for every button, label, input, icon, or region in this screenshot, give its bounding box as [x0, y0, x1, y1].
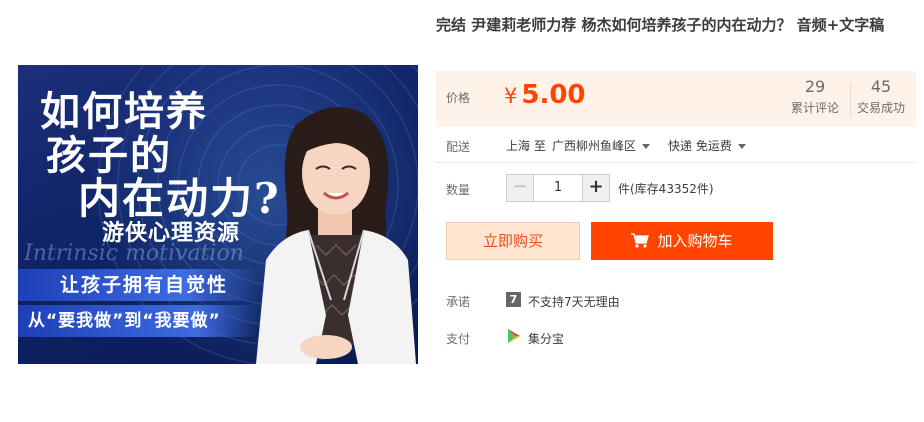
product-title: 完结 尹建莉老师力荐 杨杰如何培养孩子的内在动力？ 音频+文字稿 [436, 16, 885, 34]
jifenbao-icon [508, 329, 520, 343]
reviews-stat[interactable]: 29 累计评论 [784, 77, 846, 117]
shipping-from: 上海 至 [506, 139, 546, 153]
price-amount: 5.00 [521, 80, 586, 110]
quantity-input[interactable]: 1 [533, 175, 583, 201]
payment-row: 支付 集分宝 [436, 327, 916, 349]
promise-text[interactable]: 不支持7天无理由 [528, 293, 620, 310]
caret-down-icon [642, 144, 651, 149]
add-to-cart-button[interactable]: 加入购物车 [591, 222, 773, 260]
shipping-method-select[interactable]: 快递 免运费 [668, 137, 746, 154]
quantity-increase-button[interactable]: + [583, 175, 609, 201]
seven-day-badge-icon: 7 [506, 292, 521, 307]
price-panel: 价格 ¥5.00 29 累计评论 45 交易成功 [436, 71, 916, 127]
deals-count: 45 [870, 77, 892, 96]
image-band-1: 让孩子拥有自觉性 [18, 269, 258, 301]
caret-down-icon [737, 144, 746, 149]
promise-label: 承诺 [446, 295, 471, 309]
deals-stat: 45 交易成功 [850, 77, 912, 117]
quantity-label: 数量 [446, 183, 471, 197]
payment-label: 支付 [446, 332, 471, 346]
payment-method[interactable]: 集分宝 [528, 330, 564, 347]
price-value: ¥5.00 [504, 80, 586, 110]
currency-symbol: ¥ [504, 84, 518, 108]
shipping-label: 配送 [446, 140, 471, 154]
image-brand: 游侠心理资源 [102, 221, 241, 246]
buy-now-button[interactable]: 立即购买 [446, 222, 580, 260]
shipping-row: 配送 上海 至 广西柳州鱼峰区 快递 免运费 [436, 134, 916, 163]
reviews-count: 29 [804, 77, 826, 96]
shipping-destination-select[interactable]: 广西柳州鱼峰区 [552, 137, 651, 154]
quantity-decrease-button[interactable]: − [507, 175, 533, 201]
add-to-cart-label: 加入购物车 [657, 232, 733, 250]
price-label: 价格 [446, 91, 471, 105]
product-image[interactable]: 如何培养 孩子的 内在动力? Intrinsic motivation 游侠心理… [18, 65, 418, 364]
cart-icon [631, 232, 650, 248]
quantity-row: 数量 − 1 + 件(库存43352件) [436, 174, 916, 204]
shipping-method: 快递 免运费 [668, 139, 732, 153]
deals-label: 交易成功 [856, 101, 905, 115]
stock-info: 件(库存43352件) [618, 182, 714, 196]
reviews-label: 累计评论 [790, 101, 839, 115]
quantity-stepper: − 1 + [506, 174, 610, 202]
promise-row: 承诺 7 不支持7天无理由 [436, 290, 916, 312]
image-band-2: 从“要我做”到“我要做” [18, 305, 258, 337]
shipping-destination: 广西柳州鱼峰区 [552, 139, 637, 153]
